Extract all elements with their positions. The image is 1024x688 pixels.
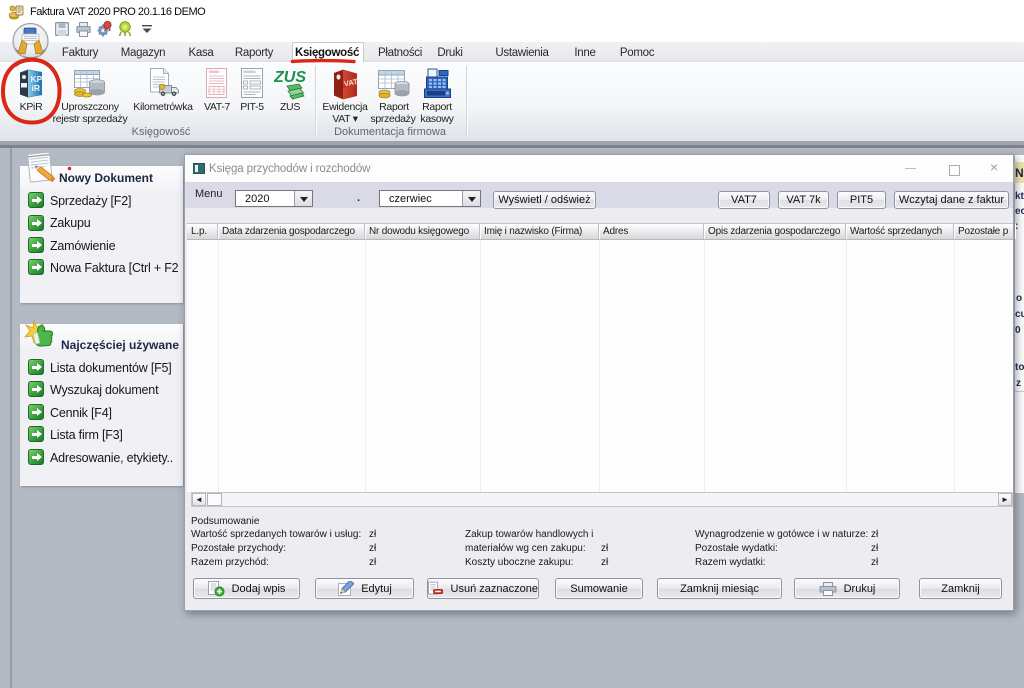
svg-text:iR: iR bbox=[32, 83, 41, 93]
svg-text:ZUS: ZUS bbox=[274, 69, 306, 86]
